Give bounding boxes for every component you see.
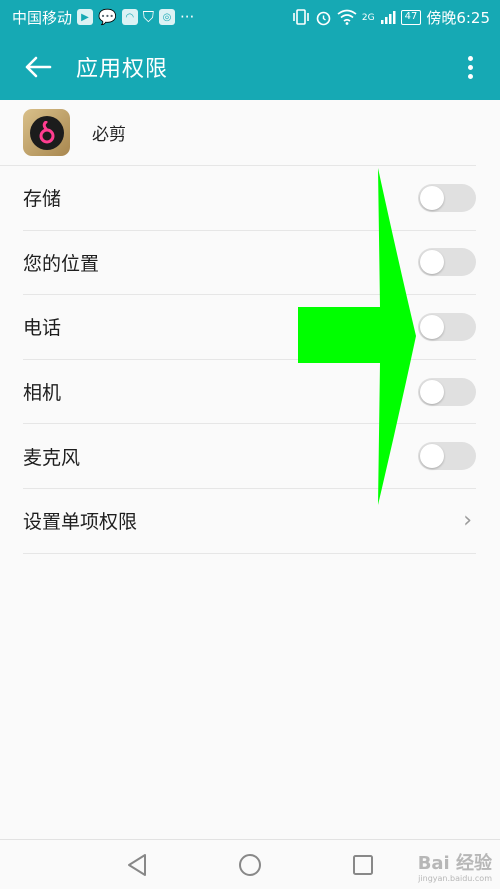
permission-label: 麦克风: [23, 446, 81, 469]
notification-app-icon: ▶: [77, 9, 94, 25]
permissions-list: 必剪 存储 您的位置 电话 相机 麦克风 设置单项权限 ›: [0, 100, 500, 554]
app-name: 必剪: [92, 125, 126, 145]
toggle-knob: [420, 185, 444, 210]
app-logo: [29, 115, 64, 150]
toggle-knob: [420, 314, 444, 339]
permission-row-camera[interactable]: 相机: [23, 360, 476, 425]
chevron-right-icon: ›: [463, 508, 472, 534]
battery-icon: 47: [400, 9, 422, 25]
microphone-toggle[interactable]: [418, 442, 476, 471]
more-vert-icon: [467, 55, 473, 61]
phone-toggle[interactable]: [418, 312, 476, 341]
nav-home-button[interactable]: [230, 845, 270, 885]
circle-home-icon: [238, 853, 261, 876]
toggle-knob: [420, 444, 444, 469]
camera-toggle[interactable]: [418, 377, 476, 406]
app-logo-glyph-icon: [39, 120, 54, 143]
network-type-label: 2G: [361, 12, 375, 23]
app-info-row: 必剪: [0, 100, 476, 166]
clock-label: 傍晚6:25: [426, 8, 490, 27]
square-recents-icon: [353, 854, 374, 875]
signal-icon: [380, 11, 396, 24]
nav-recents-button[interactable]: [343, 845, 383, 885]
toggle-knob: [420, 379, 444, 404]
more-vert-icon-dot: [467, 64, 473, 70]
back-button[interactable]: [0, 34, 76, 100]
app-bar: 应用权限: [0, 34, 500, 100]
more-vert-icon-dot: [467, 73, 473, 79]
watermark-brand: Bai 经验: [417, 853, 492, 874]
permission-label: 电话: [23, 317, 62, 340]
more-notifications-indicator: ···: [179, 8, 195, 26]
permission-row-microphone[interactable]: 麦克风: [23, 424, 476, 489]
nav-back-button[interactable]: [117, 845, 157, 885]
single-permission-settings-row[interactable]: 设置单项权限 ›: [23, 489, 476, 554]
shield-icon: ⛉: [142, 7, 154, 26]
location-toggle[interactable]: [418, 248, 476, 277]
app-icon: [23, 109, 70, 156]
permission-row-phone[interactable]: 电话: [23, 295, 476, 360]
watermark-url: jingyan.baidu.com: [418, 874, 492, 883]
back-arrow-icon: [25, 56, 52, 78]
more-options-button[interactable]: [458, 52, 482, 82]
status-left: 中国移动 ▶ 💬 ◠ ⛉ ◎ ···: [12, 7, 194, 28]
permission-row-location[interactable]: 您的位置: [23, 231, 476, 296]
chat-icon: 💬: [98, 7, 117, 26]
toggle-knob: [420, 250, 444, 275]
triangle-back-icon: [127, 853, 146, 876]
permission-label: 相机: [23, 382, 62, 405]
page-title: 应用权限: [76, 57, 169, 82]
permission-row-storage[interactable]: 存储: [23, 166, 476, 231]
baidu-jingyan-watermark: Bai 经验 jingyan.baidu.com: [418, 855, 492, 883]
single-permission-label: 设置单项权限: [23, 511, 138, 534]
status-bar: 中国移动 ▶ 💬 ◠ ⛉ ◎ ··· 2G 47 傍晚6:25: [0, 0, 500, 34]
notification-app-icon: ◎: [158, 9, 175, 25]
status-right: 2G 47 傍晚6:25: [292, 7, 490, 28]
permission-label: 存储: [23, 188, 62, 211]
carrier-label: 中国移动: [12, 8, 73, 27]
permission-label: 您的位置: [23, 252, 100, 275]
wifi-icon: [337, 9, 357, 25]
vibrate-icon: [293, 9, 309, 25]
storage-toggle[interactable]: [418, 183, 476, 212]
alarm-icon: [316, 11, 331, 25]
notification-app-icon: ◠: [121, 9, 138, 25]
